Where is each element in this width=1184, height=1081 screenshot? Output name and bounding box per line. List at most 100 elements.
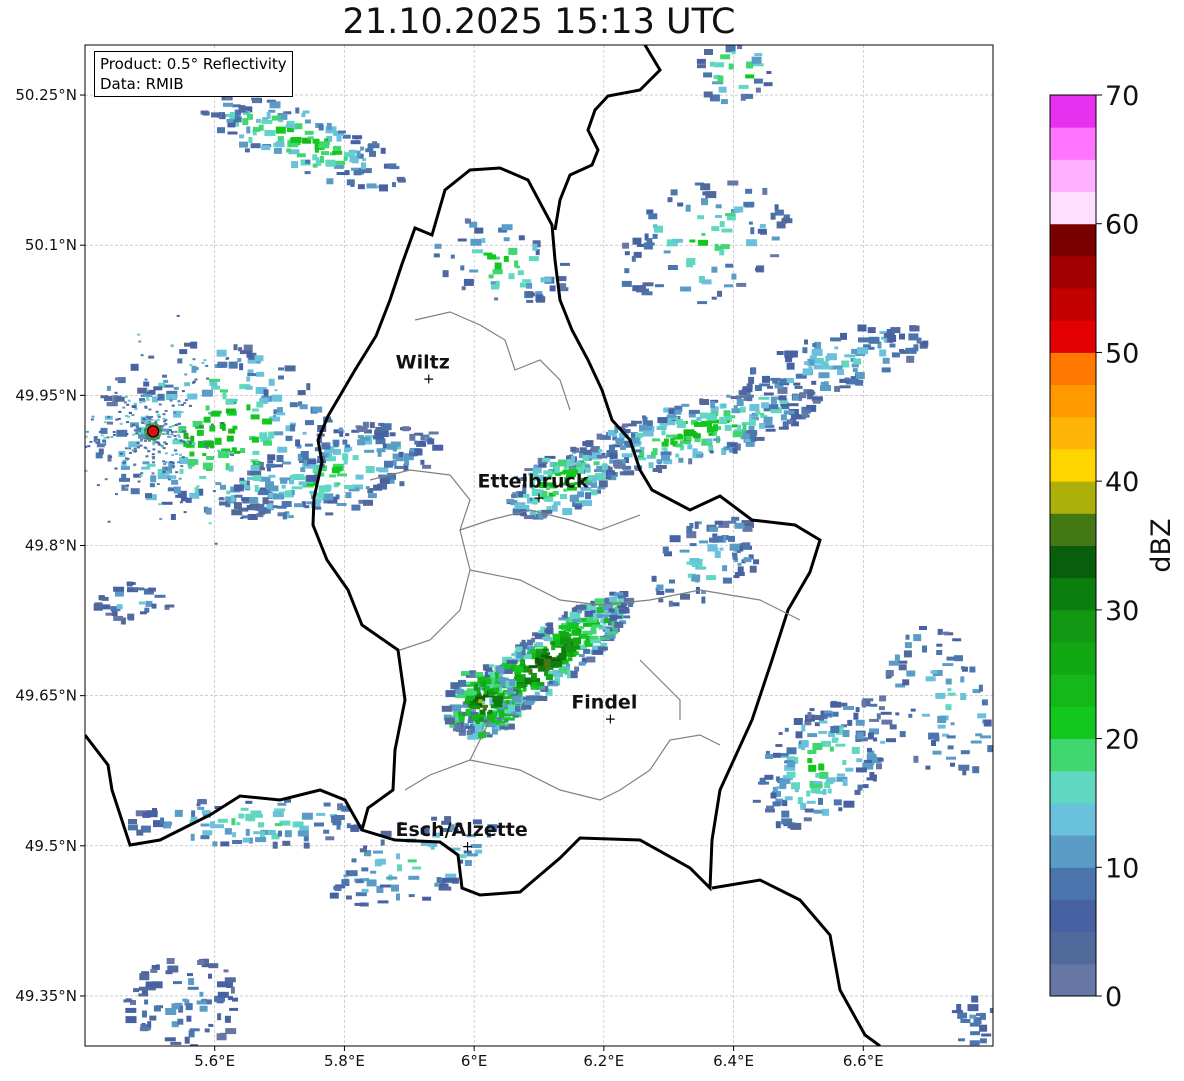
radar-cell: [455, 695, 467, 699]
radar-cell: [175, 452, 178, 455]
radar-cell: [234, 494, 243, 498]
radar-cell: [967, 1004, 979, 1012]
radar-cell: [958, 1038, 965, 1042]
radar-cell: [494, 297, 499, 301]
radar-cell: [969, 1040, 980, 1046]
radar-cell: [221, 114, 226, 120]
radar-cell: [187, 462, 195, 467]
radar-cell: [945, 678, 952, 685]
radar-cell: [219, 497, 223, 499]
radar-cell: [721, 228, 733, 233]
radar-cell: [300, 451, 309, 457]
colorbar-segment: [1050, 255, 1096, 289]
radar-cell: [766, 805, 774, 810]
radar-cell: [666, 434, 677, 438]
radar-cell: [983, 719, 992, 727]
radar-cell: [164, 384, 174, 388]
radar-cell: [579, 626, 585, 630]
radar-cell: [184, 342, 191, 347]
radar-cell: [503, 255, 509, 262]
radar-cell: [728, 535, 735, 542]
radar-cell: [164, 467, 168, 470]
radar-cell: [450, 682, 460, 690]
radar-cell: [913, 344, 919, 352]
colorbar-tick-label: 20: [1105, 725, 1139, 756]
radar-cell: [228, 361, 238, 369]
radar-cell: [154, 594, 166, 598]
radar-cell: [372, 141, 378, 146]
radar-cell: [761, 402, 770, 409]
radar-cell: [464, 700, 471, 704]
colorbar-segment: [1050, 835, 1096, 868]
colorbar: 0 10 20 30 40 50 60 70 dBZ: [1049, 81, 1177, 1013]
radar-cell: [227, 996, 233, 1001]
radar-cell: [246, 376, 251, 382]
radar-cell: [932, 750, 942, 755]
radar-cell: [705, 191, 717, 199]
radar-cell: [475, 672, 484, 677]
radar-cell: [145, 600, 153, 607]
radar-cell: [357, 184, 365, 190]
radar-cell: [591, 477, 597, 483]
radar-cell: [370, 870, 377, 874]
radar-cell: [305, 159, 311, 164]
radar-cell: [759, 422, 766, 429]
radar-cell: [145, 455, 149, 458]
radar-cell: [276, 412, 286, 416]
radar-cell: [701, 198, 708, 206]
radar-cell: [837, 773, 845, 777]
radar-cell: [173, 981, 182, 985]
radar-cell: [109, 456, 113, 459]
radar-cell: [343, 156, 348, 161]
radar-cell: [802, 368, 812, 376]
radar-cell: [172, 465, 176, 468]
radar-cell: [249, 503, 260, 511]
radar-cell: [759, 224, 766, 228]
radar-cell: [528, 256, 539, 262]
radar-cell: [226, 357, 230, 360]
radar-cell: [151, 453, 155, 456]
radar-cell: [781, 753, 788, 757]
radar-cell: [549, 285, 556, 292]
radar-cell: [214, 437, 222, 445]
radar-cell: [202, 830, 213, 836]
city-marker-icon: +: [533, 490, 545, 506]
colorbar-tick-label: 10: [1105, 853, 1139, 884]
radar-cell: [289, 474, 301, 479]
radar-cell: [199, 425, 202, 428]
radar-cell: [249, 497, 259, 503]
radar-cell: [962, 770, 967, 776]
radar-cell: [823, 381, 829, 387]
colorbar-segment: [1050, 352, 1096, 386]
radar-cell: [772, 379, 779, 384]
radar-cell: [227, 131, 238, 135]
radar-cell: [141, 466, 151, 470]
radar-cell: [936, 650, 943, 655]
radar-cell: [209, 425, 216, 432]
radar-cell: [818, 763, 825, 771]
radar-cell: [882, 357, 890, 364]
colorbar-segment: [1050, 223, 1096, 257]
radar-cell: [89, 440, 93, 443]
radar-cell: [713, 536, 724, 543]
radar-cell: [303, 842, 310, 849]
radar-cell: [133, 587, 145, 591]
radar-cell: [125, 1016, 137, 1024]
radar-cell: [104, 478, 108, 481]
radar-cell: [135, 425, 139, 428]
radar-cell: [189, 364, 193, 367]
radar-cell: [246, 350, 253, 358]
radar-cell: [156, 483, 160, 486]
radar-cell: [325, 836, 335, 841]
radar-cell: [171, 479, 179, 485]
radar-cell: [150, 968, 158, 973]
radar-cell: [668, 409, 675, 414]
radar-cell: [166, 821, 173, 826]
radar-cell: [206, 456, 215, 460]
radar-cell: [526, 299, 534, 303]
radar-cell: [731, 273, 737, 280]
radar-cell: [794, 789, 799, 793]
colorbar-segment: [1050, 384, 1096, 418]
radar-cell: [970, 740, 982, 744]
radar-cell: [178, 1019, 183, 1024]
